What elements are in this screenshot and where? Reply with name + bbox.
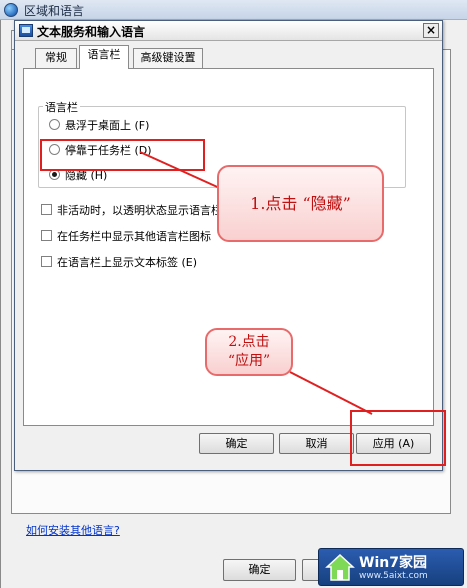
arrow-to-hidden <box>139 151 225 191</box>
step2-callout: 2.点击 “应用” <box>205 328 293 376</box>
arrow-to-apply <box>289 371 373 415</box>
step2-text-line1: 2.点击 <box>228 334 270 350</box>
house-logo-icon <box>325 553 355 581</box>
step1-callout: 1.点击 “隐藏” <box>217 165 384 242</box>
annotation-arrows <box>139 151 373 415</box>
step2-text-line2: “应用” <box>227 353 271 369</box>
tab-language-bar[interactable]: 语言栏 <box>79 45 129 69</box>
watermark-url: www.5aixt.com <box>359 571 428 581</box>
step1-text: 1.点击 “隐藏” <box>250 194 351 213</box>
site-watermark: Win7家园 www.5aixt.com <box>318 548 464 586</box>
tab-language-bar-label: 语言栏 <box>87 48 121 61</box>
watermark-brand: Win7家园 <box>359 555 427 571</box>
